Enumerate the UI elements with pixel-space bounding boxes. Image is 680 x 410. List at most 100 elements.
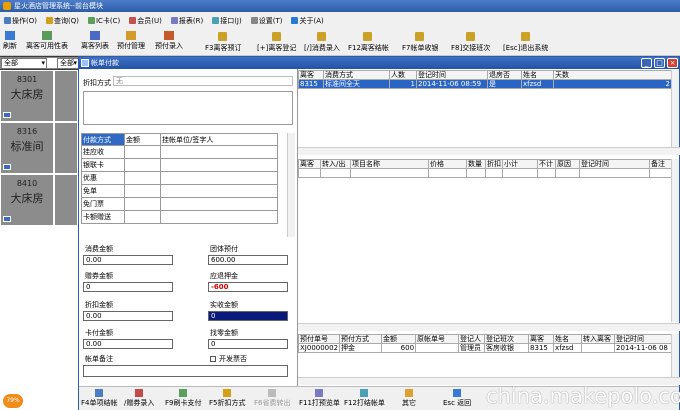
voucher-entry-button[interactable]: /赠券录入: [124, 389, 154, 408]
prepay-manage-icon: [126, 31, 136, 40]
preview-icon: [315, 389, 324, 397]
other-icon: [405, 389, 413, 397]
card-amount-label: 卡付金额: [85, 329, 113, 337]
card-amount-field[interactable]: 0.00: [83, 339, 173, 349]
table-row[interactable]: 8315 标准间全天 1 2014-11-06 08:59 是 xfzsd 2: [298, 79, 672, 89]
discount-mode-button[interactable]: F5折扣方式: [209, 389, 245, 408]
bill-cashier-button[interactable]: F7帐单收银: [402, 32, 438, 53]
query-icon: [45, 17, 53, 24]
menu-interface[interactable]: 接口(J): [212, 16, 242, 26]
operate-icon: [4, 17, 11, 24]
card-pay-icon: [179, 389, 188, 397]
menu-report[interactable]: 报表(R): [170, 16, 203, 26]
app-logo-icon: [3, 2, 11, 10]
discount-mode-label: 折扣方式: [83, 79, 111, 87]
invoice-checkbox-row[interactable]: 开发票否: [210, 354, 247, 364]
minimize-button[interactable]: _: [641, 58, 652, 68]
change-amount-field[interactable]: 0: [208, 339, 288, 349]
dialog-title: 帐单付款: [91, 59, 119, 67]
report-icon: [170, 17, 178, 24]
checkin-button[interactable]: [+]离客登记: [257, 32, 296, 53]
table-row[interactable]: 优惠: [81, 171, 278, 185]
single-item-checkout-button[interactable]: F4单项结帐: [81, 389, 117, 408]
group-prepay-label: 团体预付: [210, 245, 238, 253]
room-filter-bar: 全部 全部: [0, 57, 79, 69]
gear-icon: [250, 17, 258, 24]
print-preview-button[interactable]: F11打预览单: [299, 389, 340, 408]
toolbar: 刷新 离客可用性表 离客列表 预付管理 预付录入 F3离客预订 [+]离客登记 …: [0, 29, 680, 56]
room-tile-8410[interactable]: 8410 大床房: [0, 174, 54, 226]
watermark: china.makepolo.com: [486, 384, 680, 408]
dialog-icon: [81, 59, 89, 67]
room-availability-button[interactable]: 离客可用性表: [26, 31, 68, 51]
group-prepay-field[interactable]: 600.00: [208, 255, 288, 265]
bill-payment-dialog: 帐单付款 _ □ × 折扣方式 无 付款方式 金额 挂帐单位/签字人 挂应收 银联卡…: [78, 56, 680, 410]
room-tile-8301[interactable]: 8301 大床房: [0, 70, 54, 122]
prepay-scrollbar[interactable]: [671, 334, 679, 377]
payment-table-scrollbar[interactable]: [287, 133, 295, 237]
room-tile-partial[interactable]: [54, 70, 78, 122]
consume-detail-hscrollbar[interactable]: [298, 323, 680, 331]
prepay-table: 预付单号 预付方式 金额 原帐单号 登记人 登记班次 离客 姓名 转入离客 登记时间 XJ0000…: [297, 334, 672, 353]
table-row[interactable]: 免单: [81, 184, 278, 198]
floor-filter-select[interactable]: 全部: [57, 58, 79, 69]
consume-label: 消费金额: [85, 245, 113, 253]
table-row[interactable]: [298, 168, 672, 178]
payment-method-table: 付款方式 金额 挂帐单位/签字人 挂应收 银联卡 优惠 免单 免门票 卡额赠送: [81, 133, 278, 224]
menu-query[interactable]: 查询(Q): [45, 16, 79, 26]
consume-detail-scrollbar[interactable]: [671, 159, 679, 322]
shift-handover-button[interactable]: F8]交接班次: [451, 32, 490, 53]
remark-field[interactable]: [83, 365, 288, 377]
room-tile-8316[interactable]: 8316 标准间: [0, 122, 54, 174]
consume-entry-button[interactable]: [/]消费录入: [304, 32, 340, 53]
prepay-manage-button[interactable]: 预付管理: [117, 31, 145, 51]
interface-icon: [212, 17, 220, 24]
table-row[interactable]: 卡额赠送: [81, 210, 278, 224]
exit-system-button[interactable]: [Esc]退出系统: [503, 32, 548, 53]
room-tile-partial[interactable]: [54, 122, 78, 174]
menu-about[interactable]: 关于(A): [291, 16, 324, 26]
discount-mode-field[interactable]: 无: [113, 76, 293, 86]
menu-member[interactable]: 会员(U): [129, 16, 162, 26]
menu-settings[interactable]: 设置(T): [250, 16, 282, 26]
table-row[interactable]: XJ0000002 押金 600 管理员 客房收银 8315 xfzsd 2014-11-06…: [297, 343, 672, 353]
other-button[interactable]: 其它: [402, 389, 416, 408]
discount-amount-field[interactable]: 0.00: [83, 311, 173, 321]
maximize-button[interactable]: □: [654, 58, 665, 68]
table-row[interactable]: 银联卡: [81, 158, 278, 172]
checkout-item-icon: [95, 389, 104, 397]
card-pay-button[interactable]: F9刷卡支付: [165, 389, 201, 408]
menu-bar: 操作(O) 查询(Q) IC卡(C) 会员(U) 报表(R) 接口(J) 设置(…: [0, 12, 680, 29]
checkout-button[interactable]: F12离客结帐: [348, 32, 389, 53]
consume-amount-field[interactable]: 0.00: [83, 255, 173, 265]
prepay-entry-icon: [164, 31, 174, 40]
table-row[interactable]: 挂应收: [81, 145, 278, 159]
discount-note-area[interactable]: [83, 91, 293, 125]
room-bill-hscrollbar[interactable]: [298, 147, 680, 155]
menu-iccard[interactable]: IC卡(C): [87, 16, 120, 26]
prepay-entry-button[interactable]: 预付录入: [155, 31, 183, 51]
room-status-icon: [3, 216, 11, 222]
voucher-amount-field[interactable]: 0: [83, 282, 173, 292]
invoice-checkbox[interactable]: [210, 356, 216, 362]
voucher-icon: [135, 389, 144, 397]
received-amount-field[interactable]: 0: [208, 311, 288, 321]
reserve-button[interactable]: F3离客预订: [205, 32, 241, 53]
progress-badge: 79%: [3, 394, 23, 408]
room-status-icon: [3, 164, 11, 170]
availability-icon: [42, 31, 52, 40]
refresh-button[interactable]: 刷新: [3, 31, 17, 51]
transfer-out-button[interactable]: F6省费转出: [254, 389, 290, 408]
return-button[interactable]: Esc 返回: [443, 389, 471, 408]
menu-operate[interactable]: 操作(O): [4, 16, 37, 26]
room-tile-partial[interactable]: [54, 174, 78, 226]
building-filter-select[interactable]: 全部: [1, 58, 47, 69]
print-bill-button[interactable]: F12打结帐单: [344, 389, 385, 408]
room-list-button[interactable]: 离客列表: [81, 31, 109, 51]
refund-deposit-field[interactable]: -600: [208, 282, 288, 292]
table-row[interactable]: 免门票: [81, 197, 278, 211]
close-button[interactable]: ×: [667, 58, 678, 68]
room-bill-scrollbar[interactable]: [671, 70, 679, 147]
room-status-icon: [3, 112, 11, 118]
bill-detail-pane: 离客 消费方式 人数 登记时间 退房否 姓名 天数 8315 标准间全天 1 2014-11-06…: [297, 69, 680, 386]
